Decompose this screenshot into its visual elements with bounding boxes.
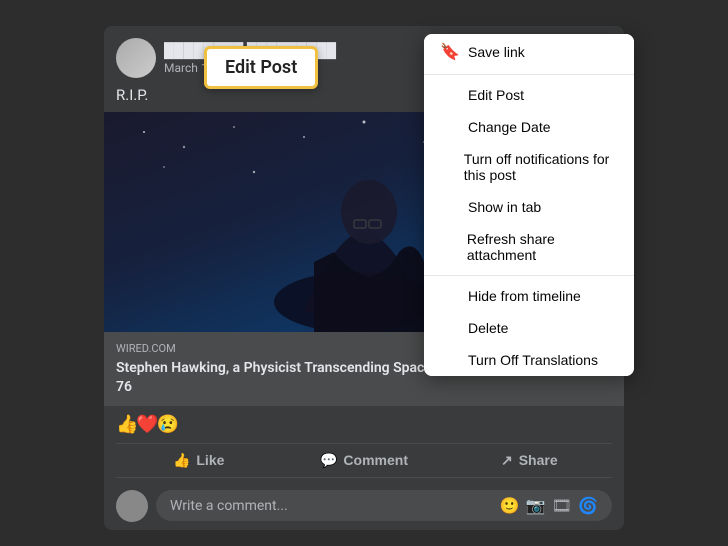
like-button[interactable]: 👍 Like [116, 444, 281, 477]
dropdown-label-delete: Delete [468, 320, 508, 336]
post-date: March 14 · [164, 61, 220, 75]
dropdown-item-save-link[interactable]: 🔖 Save link [424, 34, 634, 70]
reaction-emojis: 👍 ❤️ 😢 [116, 414, 177, 435]
dropdown-item-delete[interactable]: Delete [424, 312, 634, 344]
comment-avatar [116, 490, 148, 522]
dropdown-label-save-link: Save link [468, 44, 525, 60]
dropdown-label-edit-post: Edit Post [468, 87, 524, 103]
sticker-icon[interactable]: 🌀 [578, 496, 598, 515]
comment-area: Write a comment... 🙂 📷 🎞 🌀 [104, 482, 624, 530]
reaction-heart: ❤️ [136, 414, 158, 435]
dropdown-item-show-in-tab[interactable]: Show in tab [424, 191, 634, 223]
dropdown-divider-2 [424, 275, 634, 276]
reaction-sad: 😢 [157, 414, 179, 435]
post-card: ████████ █████████ March 14 · ⚙ ··· Edit… [104, 26, 624, 529]
dropdown-label-turn-off-notifications: Turn off notifications for this post [464, 151, 618, 183]
gif-icon[interactable]: 🎞 [552, 496, 572, 515]
dropdown-label-refresh-share: Refresh share attachment [467, 231, 618, 263]
dropdown-label-change-date: Change Date [468, 119, 551, 135]
bookmark-icon: 🔖 [440, 42, 458, 62]
share-label: Share [519, 452, 558, 468]
share-button[interactable]: ↗ Share [447, 444, 612, 477]
dropdown-divider-1 [424, 74, 634, 75]
comment-label: Comment [343, 452, 408, 468]
like-icon: 👍 [173, 452, 190, 469]
like-label: Like [196, 452, 224, 468]
comment-input-wrap[interactable]: Write a comment... 🙂 📷 🎞 🌀 [156, 490, 612, 521]
camera-icon[interactable]: 📷 [526, 496, 546, 515]
dropdown-item-turn-off-notifications[interactable]: Turn off notifications for this post [424, 143, 634, 191]
dropdown-label-hide-from-timeline: Hide from timeline [468, 288, 581, 304]
dropdown-item-turn-off-translations[interactable]: Turn Off Translations [424, 344, 634, 376]
comment-icons: 🙂 📷 🎞 🌀 [500, 496, 598, 515]
gear-icon[interactable]: ⚙ [226, 61, 237, 75]
dropdown-label-turn-off-translations: Turn Off Translations [468, 352, 598, 368]
dropdown-item-change-date[interactable]: Change Date [424, 111, 634, 143]
action-buttons: 👍 Like 💬 Comment ↗ Share [116, 443, 612, 478]
comment-icon: 💬 [320, 452, 337, 469]
dropdown-menu: 🔖 Save link Edit Post Change Date Turn o… [424, 34, 634, 376]
emoji-icon[interactable]: 🙂 [500, 496, 520, 515]
dropdown-item-refresh-share[interactable]: Refresh share attachment [424, 223, 634, 271]
reaction-like: 👍 [116, 414, 138, 435]
post-header: ████████ █████████ March 14 · ⚙ ··· Edit… [104, 26, 624, 86]
reactions-row: 👍 ❤️ 😢 [104, 406, 624, 439]
dropdown-item-hide-from-timeline[interactable]: Hide from timeline [424, 280, 634, 312]
comment-placeholder: Write a comment... [170, 498, 288, 514]
dropdown-item-edit-post[interactable]: Edit Post [424, 79, 634, 111]
avatar [116, 38, 156, 78]
share-icon: ↗ [501, 452, 513, 469]
dropdown-label-show-in-tab: Show in tab [468, 199, 541, 215]
comment-button[interactable]: 💬 Comment [281, 444, 446, 477]
